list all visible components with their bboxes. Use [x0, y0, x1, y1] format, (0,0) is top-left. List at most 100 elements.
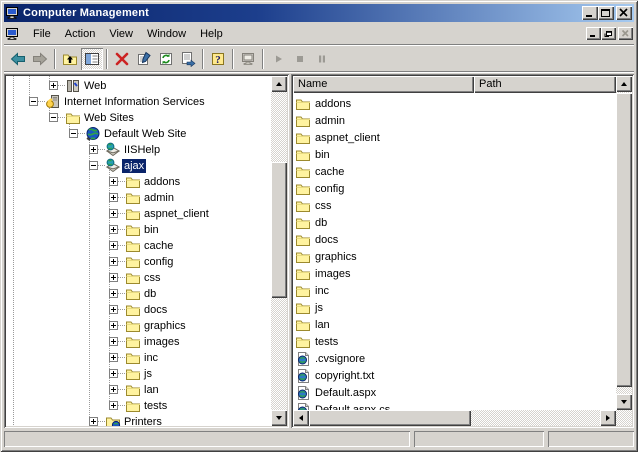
- list-item-lan[interactable]: lan: [293, 316, 616, 333]
- tree-node-label[interactable]: admin: [142, 191, 176, 205]
- list-horizontal-scrollbar[interactable]: [293, 410, 616, 426]
- back-button[interactable]: [7, 48, 29, 70]
- scrollbar-thumb[interactable]: [309, 410, 471, 426]
- tree-node-addons[interactable]: addons: [6, 174, 271, 190]
- connect-computer-button[interactable]: [237, 48, 259, 70]
- list-item-default-aspx[interactable]: Default.aspx: [293, 384, 616, 401]
- tree-node-tests[interactable]: tests: [6, 398, 271, 414]
- list-item-label[interactable]: aspnet_client: [315, 132, 380, 144]
- collapse-minus-box[interactable]: [29, 97, 38, 106]
- export-list-button[interactable]: [177, 48, 199, 70]
- tree-node-aspnet-client[interactable]: aspnet_client: [6, 206, 271, 222]
- refresh-button[interactable]: [155, 48, 177, 70]
- expand-plus-box[interactable]: [49, 81, 58, 90]
- list-item--cvsignore[interactable]: .cvsignore: [293, 350, 616, 367]
- tree-node-label[interactable]: js: [142, 367, 154, 381]
- expand-plus-box[interactable]: [89, 417, 98, 426]
- tree-node-label[interactable]: tests: [142, 399, 169, 413]
- tree-node-label[interactable]: Web Sites: [82, 111, 136, 125]
- scrollbar-thumb[interactable]: [616, 93, 632, 387]
- column-header-name[interactable]: Name: [293, 76, 474, 93]
- tree-node-iishelp[interactable]: IISHelp: [6, 142, 271, 158]
- list-item-inc[interactable]: inc: [293, 282, 616, 299]
- list-item-aspnet-client[interactable]: aspnet_client: [293, 129, 616, 146]
- list-item-db[interactable]: db: [293, 214, 616, 231]
- list-item-label[interactable]: config: [315, 183, 344, 195]
- menu-file[interactable]: File: [26, 25, 58, 43]
- expand-plus-box[interactable]: [109, 257, 118, 266]
- mdi-close-button[interactable]: [618, 27, 633, 40]
- list-item-graphics[interactable]: graphics: [293, 248, 616, 265]
- list-item-label[interactable]: cache: [315, 166, 344, 178]
- tree-node-label[interactable]: Default Web Site: [102, 127, 188, 141]
- list-item-label[interactable]: tests: [315, 336, 338, 348]
- title-bar[interactable]: Computer Management: [4, 4, 634, 22]
- pause-button[interactable]: [311, 48, 333, 70]
- list-item-js[interactable]: js: [293, 299, 616, 316]
- tree-node-css[interactable]: css: [6, 270, 271, 286]
- properties-button[interactable]: [133, 48, 155, 70]
- tree-node-admin[interactable]: admin: [6, 190, 271, 206]
- forward-button[interactable]: [29, 48, 51, 70]
- tree-node-label[interactable]: inc: [142, 351, 160, 365]
- maximize-button[interactable]: [598, 6, 614, 20]
- start-button[interactable]: [267, 48, 289, 70]
- tree-node-docs[interactable]: docs: [6, 302, 271, 318]
- console-window-icon[interactable]: [6, 27, 20, 41]
- list-item-label[interactable]: css: [315, 200, 332, 212]
- list-item-config[interactable]: config: [293, 180, 616, 197]
- list-item-label[interactable]: db: [315, 217, 327, 229]
- menu-view[interactable]: View: [102, 25, 140, 43]
- list-item-label[interactable]: graphics: [315, 251, 357, 263]
- scroll-right-button[interactable]: [600, 410, 616, 426]
- list-item-admin[interactable]: admin: [293, 112, 616, 129]
- expand-plus-box[interactable]: [109, 337, 118, 346]
- tree-node-label[interactable]: db: [142, 287, 158, 301]
- tree-node-label[interactable]: ajax: [122, 159, 146, 173]
- expand-plus-box[interactable]: [109, 305, 118, 314]
- expand-plus-box[interactable]: [89, 145, 98, 154]
- expand-plus-box[interactable]: [109, 225, 118, 234]
- tree-node-label[interactable]: images: [142, 335, 181, 349]
- expand-plus-box[interactable]: [109, 321, 118, 330]
- up-one-level-button[interactable]: [59, 48, 81, 70]
- expand-plus-box[interactable]: [109, 209, 118, 218]
- list-item-docs[interactable]: docs: [293, 231, 616, 248]
- tree-node-label[interactable]: Internet Information Services: [62, 95, 207, 109]
- scroll-left-button[interactable]: [293, 410, 309, 426]
- tree-node-internet-information-services[interactable]: Internet Information Services: [6, 94, 271, 110]
- tree-node-images[interactable]: images: [6, 334, 271, 350]
- list-item-label[interactable]: addons: [315, 98, 351, 110]
- menu-action[interactable]: Action: [58, 25, 103, 43]
- list-item-label[interactable]: copyright.txt: [315, 370, 374, 382]
- mdi-minimize-button[interactable]: [586, 27, 601, 40]
- list-item-copyright-txt[interactable]: copyright.txt: [293, 367, 616, 384]
- tree-node-web[interactable]: Web: [6, 78, 271, 94]
- tree-node-db[interactable]: db: [6, 286, 271, 302]
- tree-node-label[interactable]: Printers: [122, 415, 164, 426]
- menu-help[interactable]: Help: [193, 25, 230, 43]
- expand-plus-box[interactable]: [109, 241, 118, 250]
- close-button[interactable]: [616, 6, 632, 20]
- tree-node-bin[interactable]: bin: [6, 222, 271, 238]
- tree-node-label[interactable]: Web: [82, 79, 108, 93]
- scrollbar-thumb[interactable]: [271, 162, 287, 298]
- tree-node-label[interactable]: docs: [142, 303, 169, 317]
- list-item-addons[interactable]: addons: [293, 95, 616, 112]
- collapse-minus-box[interactable]: [89, 161, 98, 170]
- tree-node-web-sites[interactable]: Web Sites: [6, 110, 271, 126]
- tree-node-label[interactable]: addons: [142, 175, 182, 189]
- tree-node-js[interactable]: js: [6, 366, 271, 382]
- tree-vertical-scrollbar[interactable]: [271, 76, 287, 426]
- list-item-css[interactable]: css: [293, 197, 616, 214]
- tree-node-label[interactable]: bin: [142, 223, 161, 237]
- expand-plus-box[interactable]: [109, 385, 118, 394]
- menu-window[interactable]: Window: [140, 25, 193, 43]
- tree-node-graphics[interactable]: graphics: [6, 318, 271, 334]
- help-button[interactable]: ?: [207, 48, 229, 70]
- tree-node-label[interactable]: config: [142, 255, 175, 269]
- expand-plus-box[interactable]: [109, 401, 118, 410]
- tree-node-inc[interactable]: inc: [6, 350, 271, 366]
- mdi-restore-button[interactable]: [601, 27, 616, 40]
- list-item-images[interactable]: images: [293, 265, 616, 282]
